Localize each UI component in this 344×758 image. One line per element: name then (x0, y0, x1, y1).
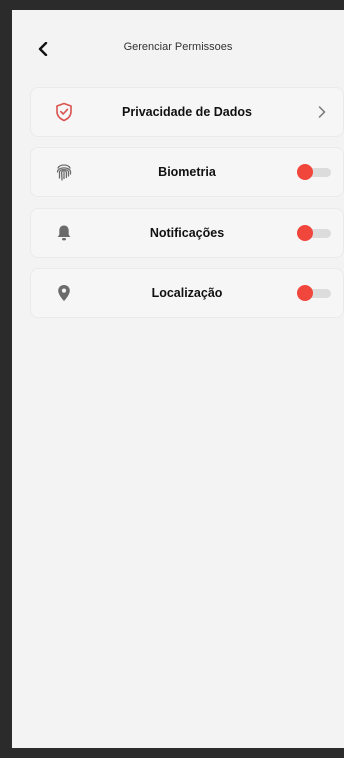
device-frame: Gerenciar Permissoes Privacidade de Dado… (0, 0, 344, 758)
localizacao-toggle[interactable] (297, 285, 331, 301)
privacy-item[interactable]: Privacidade de Dados (30, 87, 344, 137)
localizacao-item: Localização (30, 268, 344, 318)
biometria-toggle[interactable] (297, 164, 331, 180)
toggle-thumb (297, 225, 313, 241)
privacy-label: Privacidade de Dados (122, 105, 252, 119)
biometria-item: Biometria (30, 147, 344, 197)
app-screen: Gerenciar Permissoes Privacidade de Dado… (12, 10, 344, 748)
header: Gerenciar Permissoes (12, 38, 344, 60)
page-title: Gerenciar Permissoes (123, 41, 233, 53)
toggle-thumb (297, 164, 313, 180)
notificacoes-item: Notificações (30, 208, 344, 258)
toggle-thumb (297, 285, 313, 301)
chevron-right-icon (315, 105, 329, 119)
notificacoes-toggle[interactable] (297, 225, 331, 241)
